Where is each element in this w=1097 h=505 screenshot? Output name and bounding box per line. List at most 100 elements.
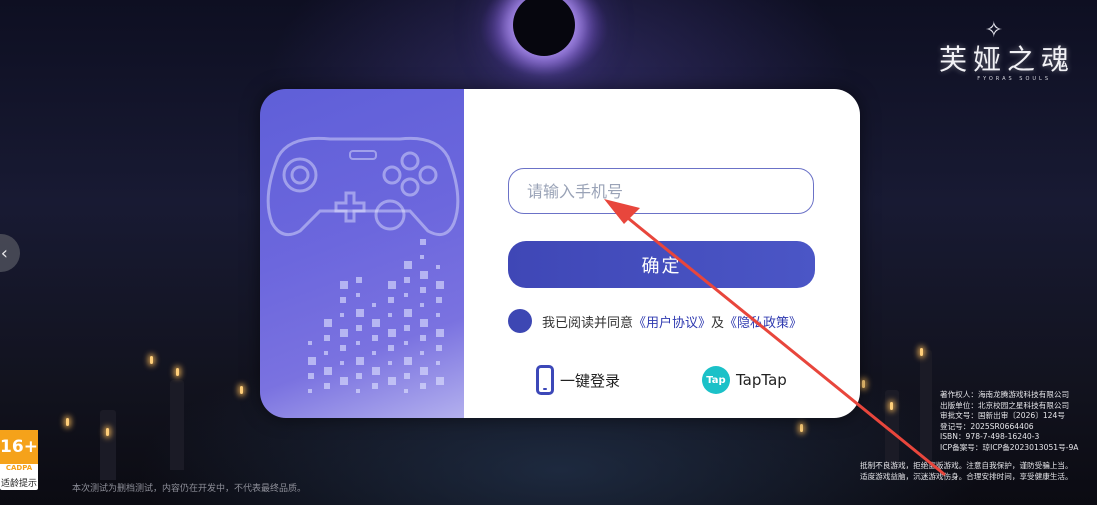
pixel-square <box>340 297 346 303</box>
pixel-square <box>356 277 362 283</box>
pixel-square <box>420 383 426 389</box>
pixel-square <box>404 357 412 365</box>
taptap-icon: Tap <box>702 366 730 394</box>
pillar-decoration <box>920 350 932 460</box>
pixel-square <box>372 383 378 389</box>
logo-title: 芙娅之魂 <box>938 43 1075 76</box>
one-click-login-label: 一键登录 <box>560 371 621 390</box>
copyright-info: 著作权人：海南龙腾游戏科技有限公司 出版单位：北京校园之星科技有限公司 审批文号… <box>940 390 1078 454</box>
pixel-square <box>356 341 360 345</box>
privacy-policy-link[interactable]: 《隐私政策》 <box>724 312 802 331</box>
agreement-row: 我已阅读并同意 《用户协议》 及 《隐私政策》 <box>508 309 802 333</box>
pixel-square <box>324 383 330 389</box>
age-rating-org: CADPA <box>5 464 33 472</box>
mobile-phone-icon <box>536 365 554 395</box>
pixel-square <box>356 293 360 297</box>
candle-decoration <box>176 368 179 376</box>
user-agreement-link[interactable]: 《用户协议》 <box>633 312 711 331</box>
phone-number-input[interactable] <box>508 168 814 214</box>
pixel-square <box>340 313 344 317</box>
candle-decoration <box>66 418 69 426</box>
pixel-square <box>404 325 410 331</box>
pixel-square <box>356 389 360 393</box>
pixel-square <box>372 319 380 327</box>
pixel-square <box>420 255 424 259</box>
pixel-square <box>388 281 396 289</box>
candle-decoration <box>920 348 923 356</box>
pixel-square <box>324 319 332 327</box>
pixel-square <box>324 351 328 355</box>
age-rating-badge: 16+ CADPA 适龄提示 <box>0 430 38 490</box>
pixel-square <box>420 319 428 327</box>
pixel-square <box>388 297 394 303</box>
pixel-square <box>404 373 410 379</box>
pixel-square <box>388 361 392 365</box>
candle-decoration <box>862 380 865 388</box>
pixel-square <box>420 303 424 307</box>
health-line: 适度游戏益脑，沉迷游戏伤身。合理安排时间，享受健康生活。 <box>860 471 1073 481</box>
pillar-decoration <box>100 410 116 480</box>
age-rating-label: 适龄提示 <box>0 479 37 489</box>
health-gaming-notice: 抵制不良游戏，拒绝盗版游戏。注意自我保护，谨防受骗上当。 适度游戏益脑，沉迷游戏… <box>860 461 1073 482</box>
agreement-and-text: 及 <box>711 315 725 331</box>
candle-decoration <box>106 428 109 436</box>
chevron-left-icon: ‹ <box>0 242 8 264</box>
pixel-square <box>388 329 396 337</box>
pixel-square <box>372 367 380 375</box>
pixel-square <box>308 373 314 379</box>
pixel-square <box>340 377 348 385</box>
pixel-square <box>356 373 362 379</box>
pixel-square <box>372 303 376 307</box>
pixel-square <box>356 325 362 331</box>
pixel-square <box>436 345 442 351</box>
age-rating-value: 16+ <box>0 430 38 464</box>
pixel-square <box>404 309 412 317</box>
pixel-square <box>372 351 376 355</box>
candle-decoration <box>890 402 893 410</box>
copyright-line: 审批文号：国新出审〔2026〕124号 <box>940 411 1065 421</box>
pixel-square <box>308 389 312 393</box>
copyright-line: 著作权人：海南龙腾游戏科技有限公司 <box>940 390 1070 399</box>
game-logo: ✧ 芙娅之魂 FYORAS SOULS <box>909 10 1089 82</box>
pixel-square <box>436 361 440 365</box>
login-dialog: 确定 我已阅读并同意 《用户协议》 及 《隐私政策》 一键登录 Tap TapT… <box>260 89 860 418</box>
pillar-decoration <box>170 380 184 470</box>
pixel-square <box>436 329 444 337</box>
pixel-square <box>324 367 332 375</box>
pixel-square <box>436 313 440 317</box>
pixel-square <box>436 265 440 269</box>
agreement-text: 我已阅读并同意 <box>542 315 634 331</box>
logo-subtitle: FYORAS SOULS <box>977 76 1051 82</box>
pixel-square <box>308 357 316 365</box>
pixel-square <box>340 361 344 365</box>
copyright-line: 出版单位：北京校园之星科技有限公司 <box>940 400 1070 410</box>
agreement-checkbox[interactable] <box>508 309 532 333</box>
pixel-square <box>356 357 364 365</box>
copyright-line: ISBN：978-7-498-16240-3 <box>940 432 1040 442</box>
health-line: 抵制不良游戏，拒绝盗版游戏。注意自我保护，谨防受骗上当。 <box>860 461 1073 470</box>
test-disclaimer: 本次测试为删档测试，内容仍在开发中，不代表最终品质。 <box>72 484 307 494</box>
confirm-button[interactable]: 确定 <box>508 241 815 288</box>
candle-decoration <box>240 386 243 394</box>
pixel-square <box>420 335 426 341</box>
pixel-square <box>420 351 424 355</box>
candle-decoration <box>150 356 153 364</box>
pixel-square <box>404 389 408 393</box>
pixel-square <box>436 297 442 303</box>
login-illustration-panel <box>260 89 464 418</box>
gamepad-icon <box>266 136 460 237</box>
pixel-square <box>436 281 444 289</box>
pixel-square <box>388 313 392 317</box>
copyright-line: ICP备案号：琼ICP备2023013051号-9A <box>940 442 1079 452</box>
pixel-square <box>420 287 426 293</box>
pixel-square <box>340 345 346 351</box>
pixel-square <box>404 261 412 269</box>
one-click-login-button[interactable]: 一键登录 <box>536 363 620 397</box>
pixel-square <box>356 309 364 317</box>
copyright-line: 登记号：2025SR0664406 <box>940 421 1034 431</box>
pixel-square <box>404 341 408 345</box>
pixel-square <box>404 277 410 283</box>
candle-decoration <box>800 424 803 432</box>
pixel-square <box>372 335 378 341</box>
taptap-login-button[interactable]: Tap TapTap <box>702 366 787 394</box>
